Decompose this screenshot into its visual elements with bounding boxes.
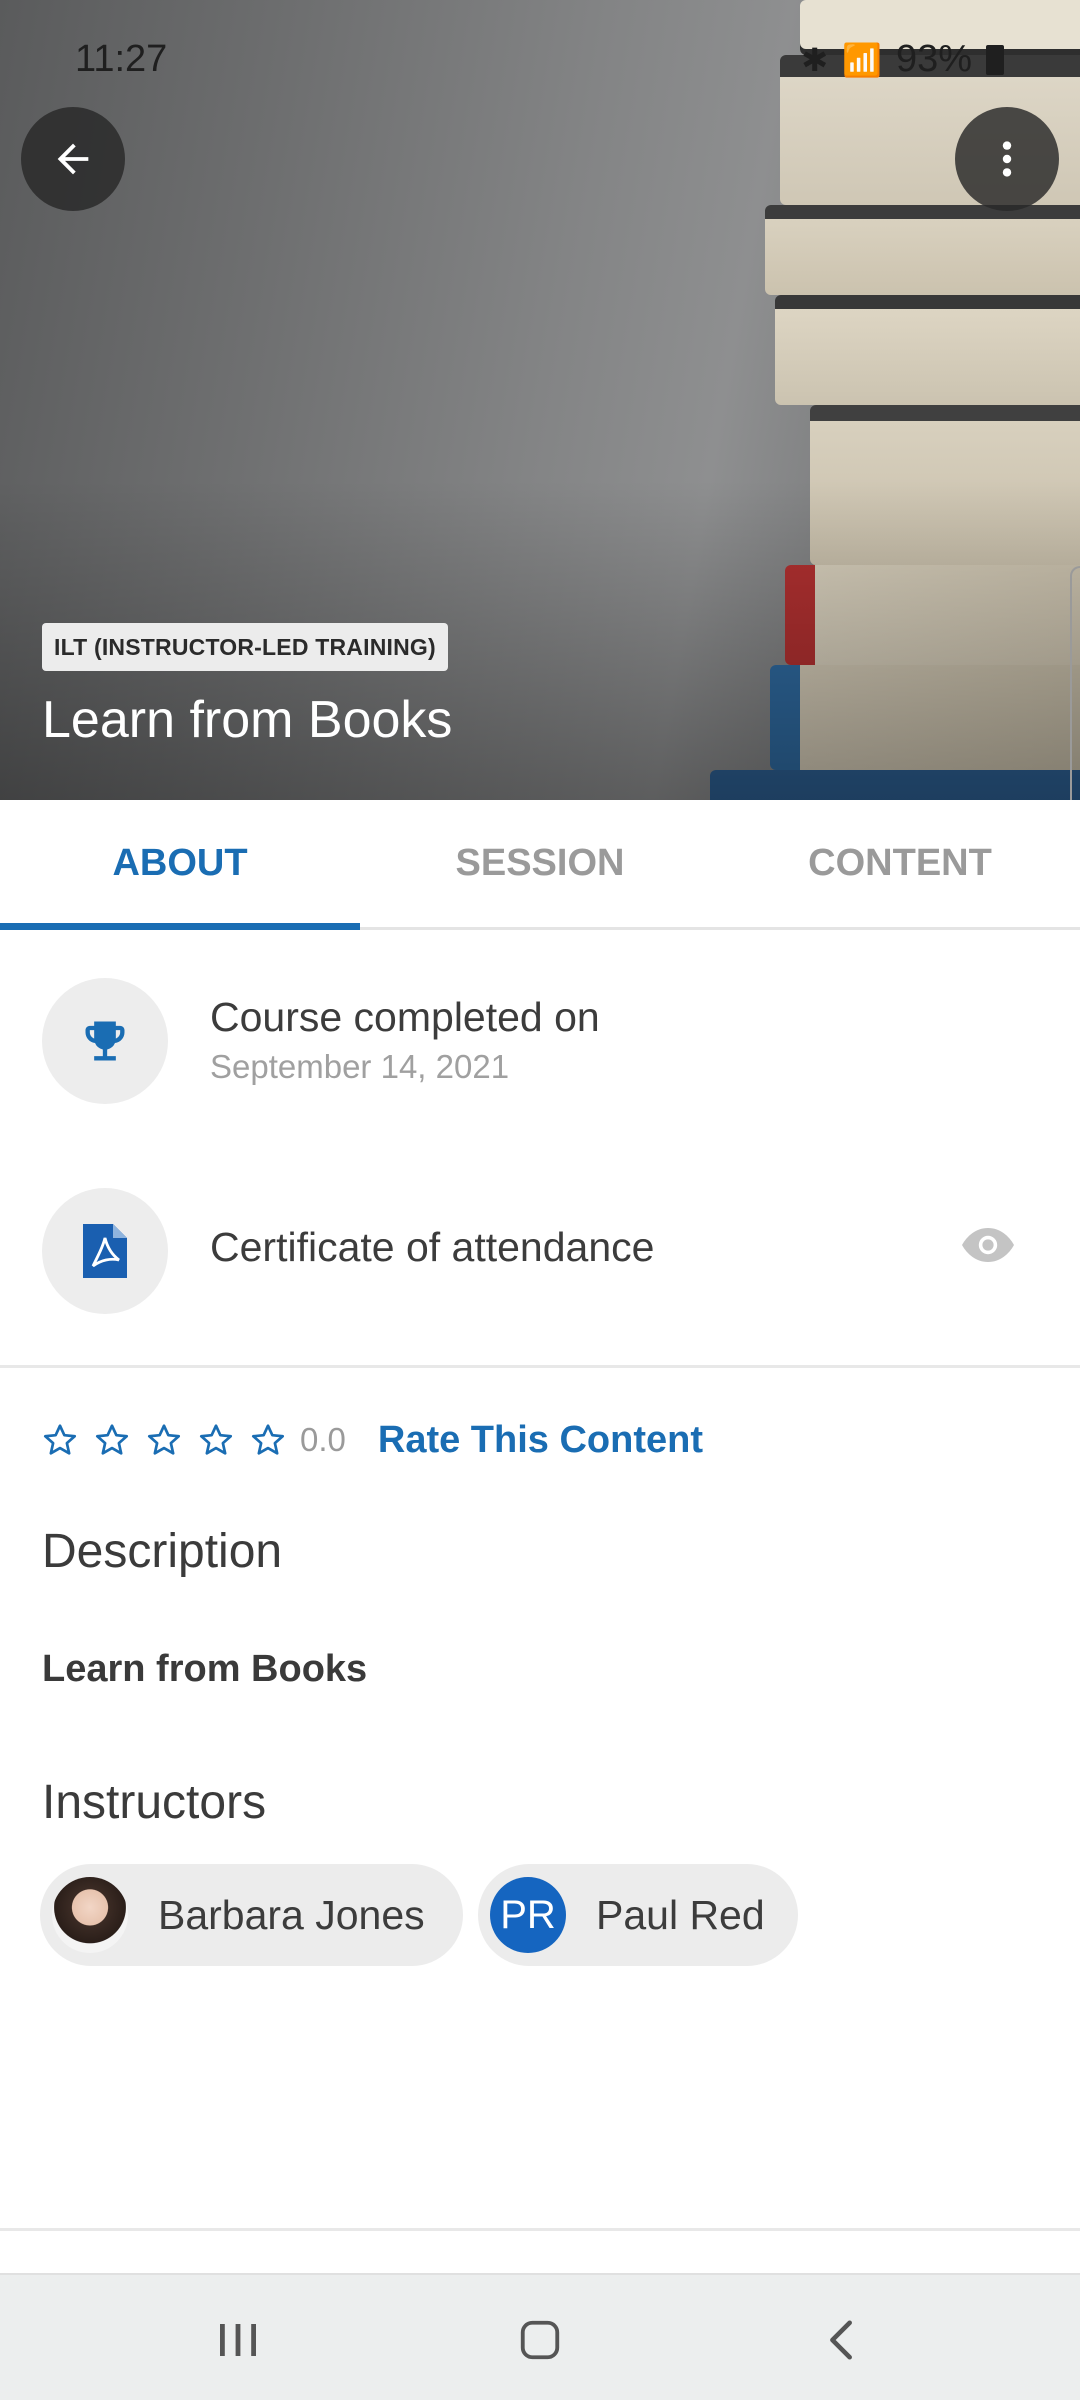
pdf-file-icon (83, 1224, 127, 1278)
trophy-icon (85, 1021, 125, 1061)
avatar (52, 1877, 128, 1953)
status-time: 11:27 (75, 38, 168, 80)
rating-row: 0.0 Rate This Content (42, 1410, 703, 1470)
course-hero-image: 11:27 ✱ 📶 93% ILT (INSTRUCTOR-LED TRAINI… (0, 0, 1080, 800)
rate-content-link[interactable]: Rate This Content (378, 1419, 703, 1462)
system-nav-bar (0, 2273, 1080, 2400)
instructor-name: Paul Red (596, 1891, 765, 1938)
home-button[interactable] (505, 2305, 575, 2375)
bottom-divider (0, 2228, 1080, 2231)
view-certificate-button[interactable] (962, 1228, 1014, 1267)
eye-icon (962, 1228, 1014, 1262)
course-type-badge: ILT (INSTRUCTOR-LED TRAINING) (42, 623, 448, 671)
star-icon[interactable] (250, 1422, 286, 1458)
signal-icon: 📶 (842, 41, 882, 78)
certificate-label: Certificate of attendance (210, 1224, 655, 1270)
description-text: Learn from Books (42, 1648, 368, 1690)
book-stack-decoration (775, 295, 1080, 405)
completion-label: Course completed on (210, 994, 600, 1040)
tab-about[interactable]: ABOUT (0, 800, 360, 930)
bluetooth-icon: ✱ (801, 41, 829, 78)
arrow-left-icon (57, 143, 89, 175)
instructor-chip[interactable]: Barbara Jones (40, 1864, 463, 1966)
recent-apps-icon (220, 2324, 256, 2356)
back-nav-button[interactable] (807, 2305, 877, 2375)
back-button[interactable] (21, 107, 125, 211)
home-icon (520, 2320, 560, 2360)
instructors-heading: Instructors (42, 1776, 267, 1829)
pdf-icon-container (42, 1188, 168, 1314)
star-icon[interactable] (42, 1422, 78, 1458)
star-icon[interactable] (146, 1422, 182, 1458)
tab-content[interactable]: CONTENT (720, 800, 1080, 927)
section-divider (0, 1365, 1080, 1368)
trophy-icon-container (42, 978, 168, 1104)
star-icon[interactable] (94, 1422, 130, 1458)
rating-value: 0.0 (300, 1421, 346, 1458)
battery-icon (986, 44, 1004, 75)
description-heading: Description (42, 1525, 283, 1578)
avatar: PR (490, 1877, 566, 1953)
star-icon[interactable] (198, 1422, 234, 1458)
recent-apps-button[interactable] (203, 2305, 273, 2375)
battery-percent: 93% (895, 38, 972, 80)
book-stack-decoration (765, 205, 1080, 295)
instructor-chip[interactable]: PR Paul Red (478, 1864, 798, 1966)
tab-session[interactable]: SESSION (360, 800, 720, 927)
completion-date: September 14, 2021 (210, 1048, 510, 1085)
course-title: Learn from Books (42, 691, 453, 749)
instructor-name: Barbara Jones (158, 1891, 425, 1938)
more-vertical-icon (1002, 141, 1012, 177)
chevron-left-icon (830, 2320, 852, 2360)
more-options-button[interactable] (955, 107, 1059, 211)
tab-bar: ABOUT SESSION CONTENT (0, 800, 1080, 930)
status-icons: ✱ 📶 93% (801, 38, 1004, 81)
